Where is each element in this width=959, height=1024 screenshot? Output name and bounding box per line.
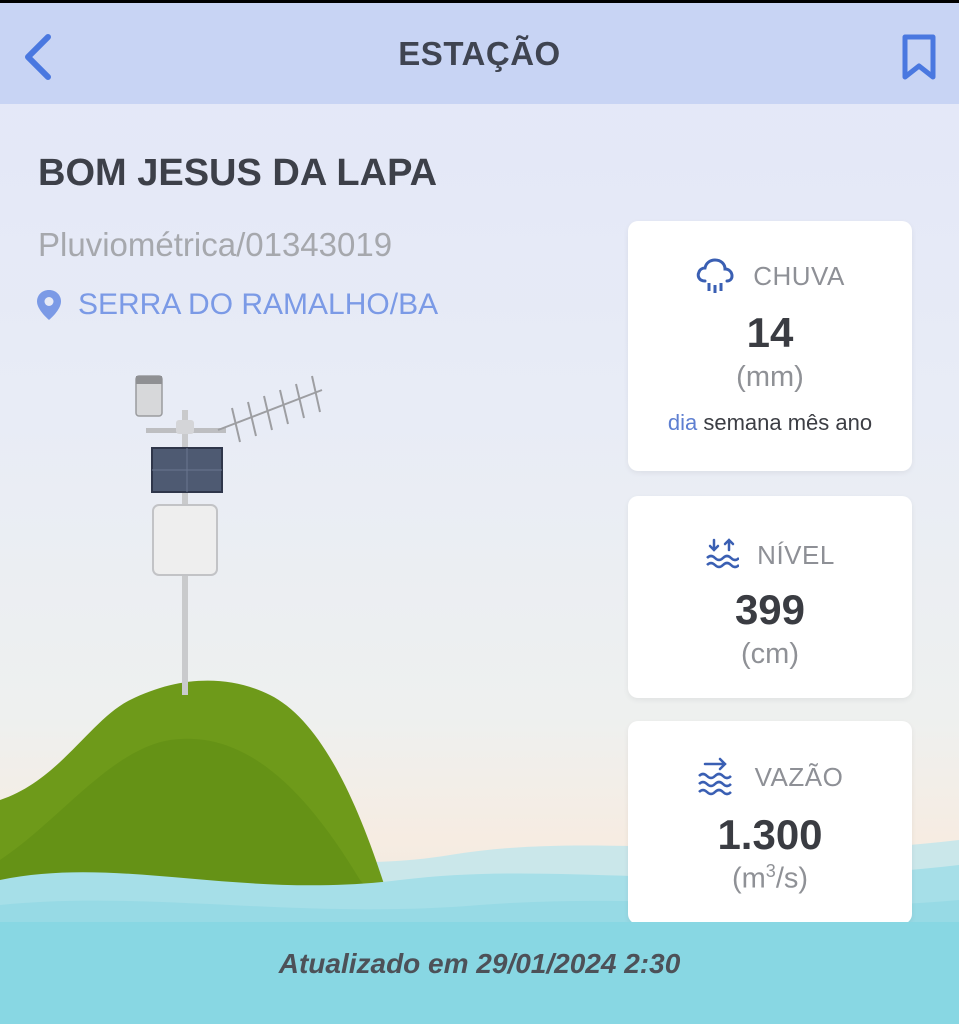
period-year[interactable]: ano bbox=[835, 410, 872, 435]
rain-label: CHUVA bbox=[753, 260, 845, 291]
rain-unit: (mm) bbox=[736, 361, 804, 393]
last-updated: Atualizado em 29/01/2024 2:30 bbox=[278, 948, 681, 979]
rain-value: 14 bbox=[746, 309, 794, 356]
back-button[interactable] bbox=[18, 31, 58, 83]
level-label: NÍVEL bbox=[757, 539, 835, 570]
map-pin-icon bbox=[37, 290, 61, 320]
level-value: 399 bbox=[734, 586, 806, 633]
page-title: ESTAÇÃO bbox=[398, 34, 561, 72]
level-card-header: NÍVEL bbox=[628, 538, 912, 572]
water-flow-icon bbox=[697, 757, 732, 796]
location-label: SERRA DO RAMALHO/BA bbox=[78, 288, 439, 321]
logger-box bbox=[152, 504, 218, 576]
period-day[interactable]: dia bbox=[668, 410, 697, 435]
period-selector: dia semana mês ano bbox=[628, 410, 912, 436]
level-unit: (cm) bbox=[741, 638, 799, 670]
station-type-code: Pluviométrica/01343019 bbox=[38, 226, 393, 263]
flow-card[interactable]: VAZÃO 1.300 (m3/s) bbox=[628, 721, 912, 924]
bookmark-button[interactable] bbox=[899, 33, 939, 81]
flow-card-header: VAZÃO bbox=[628, 757, 912, 797]
period-week[interactable]: semana bbox=[703, 410, 781, 435]
flow-label: VAZÃO bbox=[754, 761, 844, 792]
chevron-left-icon bbox=[25, 34, 51, 80]
flow-value: 1.300 bbox=[717, 811, 823, 858]
app-header: ESTAÇÃO bbox=[0, 0, 959, 104]
rain-card-header: CHUVA bbox=[628, 257, 912, 295]
antenna bbox=[217, 375, 323, 443]
station-location: SERRA DO RAMALHO/BA bbox=[36, 288, 438, 322]
level-card[interactable]: NÍVEL 399 (cm) bbox=[628, 496, 912, 698]
flow-unit: (m3/s) bbox=[731, 861, 809, 895]
period-month[interactable]: mês bbox=[788, 410, 830, 435]
water-level-icon bbox=[706, 538, 740, 569]
update-footer: Atualizado em 29/01/2024 2:30 bbox=[0, 922, 959, 1024]
rain-cloud-icon bbox=[696, 258, 734, 293]
bookmark-icon bbox=[902, 34, 936, 80]
rain-card[interactable]: CHUVA 14 (mm) dia semana mês ano bbox=[628, 221, 912, 471]
station-name: BOM JESUS DA LAPA bbox=[38, 152, 438, 194]
